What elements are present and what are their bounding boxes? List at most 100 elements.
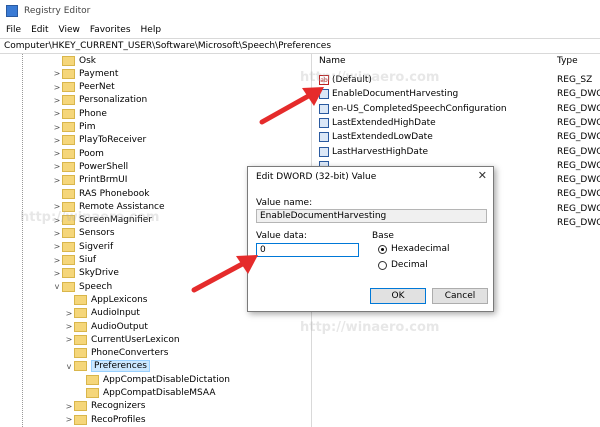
tree-item[interactable]: > Recognizers: [64, 400, 145, 413]
value-data-label: Value data:: [256, 231, 307, 241]
tree-item-label: Personalization: [79, 95, 148, 106]
folder-icon: [62, 95, 75, 106]
chevron-right-icon[interactable]: >: [64, 309, 74, 318]
menu-favorites[interactable]: Favorites: [90, 25, 131, 35]
value-type: REG_DWORD: [557, 189, 600, 200]
table-row[interactable]: LastExtendedLowDate: [319, 130, 433, 144]
chevron-right-icon[interactable]: >: [64, 402, 74, 411]
tree-item-label: CurrentUserLexicon: [91, 334, 180, 345]
ok-button[interactable]: OK: [370, 288, 426, 304]
tree-item[interactable]: > Payment: [52, 67, 118, 80]
value-data-input[interactable]: 0: [256, 243, 359, 257]
folder-icon: [62, 135, 75, 146]
value-type: REG_DWORD: [557, 132, 600, 143]
chevron-down-icon[interactable]: v: [52, 282, 62, 291]
chevron-right-icon[interactable]: >: [52, 176, 62, 185]
chevron-right-icon[interactable]: >: [52, 109, 62, 118]
tree-item[interactable]: v Speech: [52, 280, 112, 293]
tree-item[interactable]: > PeerNet: [52, 81, 115, 94]
table-row[interactable]: EnableDocumentHarvesting: [319, 87, 458, 101]
tree-item-label: AudioInput: [91, 308, 140, 319]
menu-view[interactable]: View: [59, 25, 80, 35]
value-name: en-US_CompletedSpeechConfiguration: [332, 103, 507, 114]
tree-item[interactable]: > RecoProfiles: [64, 413, 146, 426]
tree-item[interactable]: AppCompatDisableDictation: [76, 373, 230, 386]
tree-item[interactable]: > Sensors: [52, 227, 115, 240]
tree-item[interactable]: PhoneConverters: [64, 347, 168, 360]
chevron-right-icon[interactable]: >: [52, 269, 62, 278]
value-type: REG_DWORD: [557, 117, 600, 128]
tree-item[interactable]: > Pim: [52, 121, 96, 134]
cancel-button[interactable]: Cancel: [432, 288, 488, 304]
column-header-type[interactable]: Type: [557, 56, 578, 70]
value-name: LastExtendedLowDate: [332, 132, 433, 143]
table-row[interactable]: LastHarvestHighDate: [319, 145, 428, 159]
tree-item[interactable]: AppLexicons: [64, 293, 148, 306]
tree-item-label: PhoneConverters: [91, 348, 169, 359]
tree-item-label: Osk: [79, 55, 96, 66]
tree-item[interactable]: > Siuf: [52, 254, 96, 267]
chevron-right-icon[interactable]: >: [52, 149, 62, 158]
column-header-name[interactable]: Name: [319, 56, 346, 70]
value-name: LastExtendedHighDate: [332, 117, 436, 128]
tree-item-label: Phone: [79, 108, 107, 119]
tree-item[interactable]: > Phone: [52, 107, 107, 120]
value-name-field: EnableDocumentHarvesting: [256, 209, 487, 223]
registry-editor-icon: [6, 5, 18, 17]
watermark-text: http://winaero.com: [20, 210, 160, 225]
value-type: REG_SZ: [557, 75, 593, 85]
address-bar[interactable]: Computer\HKEY_CURRENT_USER\Software\Micr…: [0, 38, 600, 54]
table-row[interactable]: en-US_CompletedSpeechConfiguration: [319, 102, 507, 116]
chevron-right-icon[interactable]: >: [52, 256, 62, 265]
chevron-right-icon[interactable]: >: [52, 69, 62, 78]
tree-item-label: PowerShell: [79, 161, 129, 172]
menu-edit[interactable]: Edit: [31, 25, 48, 35]
arrow-pointer-icon: [191, 255, 258, 293]
folder-icon: [74, 361, 87, 372]
value-type: REG_DWORD: [557, 203, 600, 214]
tree-item-label: RAS Phonebook: [79, 188, 150, 199]
tree-item[interactable]: > Sigverif: [52, 240, 113, 253]
menu-file[interactable]: File: [6, 25, 21, 35]
chevron-right-icon[interactable]: >: [52, 123, 62, 132]
chevron-right-icon[interactable]: >: [64, 415, 74, 424]
tree-item[interactable]: > SkyDrive: [52, 267, 119, 280]
table-row[interactable]: LastExtendedHighDate: [319, 116, 436, 130]
tree-item[interactable]: AppCompatDisableMSAA: [76, 387, 216, 400]
folder-icon: [62, 122, 75, 132]
close-icon[interactable]: ✕: [478, 169, 487, 182]
folder-icon: [74, 308, 87, 319]
tree-item[interactable]: > Poom: [52, 147, 104, 160]
menu-help[interactable]: Help: [141, 25, 162, 35]
chevron-right-icon[interactable]: >: [52, 162, 62, 171]
chevron-right-icon[interactable]: >: [64, 335, 74, 344]
tree-item[interactable]: > AudioOutput: [64, 320, 148, 333]
folder-icon: [62, 68, 75, 79]
tree-item[interactable]: Osk: [52, 54, 96, 67]
tree-item[interactable]: > PrintBrmUI: [52, 174, 127, 187]
folder-icon: [74, 414, 87, 425]
tree-item[interactable]: > PowerShell: [52, 160, 128, 173]
folder-icon: [62, 175, 75, 186]
folder-icon: [74, 334, 87, 345]
tree-item[interactable]: v Preferences: [64, 360, 150, 373]
value-type: REG_DWORD: [557, 160, 600, 171]
tree-item-label: Sigverif: [79, 241, 114, 252]
tree-item[interactable]: > AudioInput: [64, 307, 140, 320]
tree-item-label: AudioOutput: [91, 321, 148, 332]
hexadecimal-radio[interactable]: Hexadecimal: [378, 244, 449, 254]
chevron-right-icon[interactable]: >: [64, 322, 74, 331]
folder-icon: [62, 228, 75, 239]
tree-item[interactable]: > PlayToReceiver: [52, 134, 146, 147]
value-type: REG_DWORD: [557, 89, 600, 100]
chevron-right-icon[interactable]: >: [52, 136, 62, 145]
chevron-right-icon[interactable]: >: [52, 229, 62, 238]
chevron-right-icon[interactable]: >: [52, 242, 62, 251]
chevron-right-icon[interactable]: >: [52, 83, 62, 92]
tree-item[interactable]: > Personalization: [52, 94, 147, 107]
tree-item[interactable]: > CurrentUserLexicon: [64, 333, 180, 346]
chevron-right-icon[interactable]: >: [52, 96, 62, 105]
tree-item[interactable]: RAS Phonebook: [52, 187, 149, 200]
chevron-down-icon[interactable]: v: [64, 362, 74, 371]
decimal-radio[interactable]: Decimal: [378, 260, 428, 270]
